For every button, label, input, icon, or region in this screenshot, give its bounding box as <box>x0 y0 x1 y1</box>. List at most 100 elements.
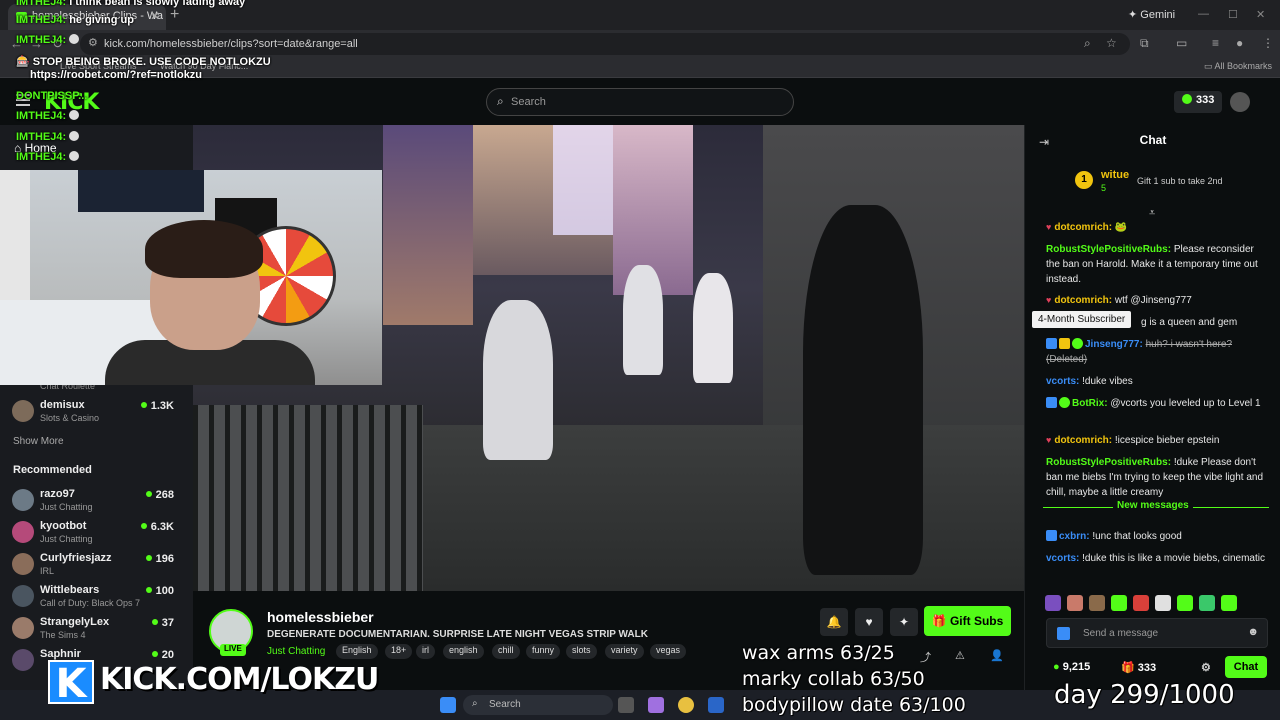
chat-username[interactable]: dotcomrich: <box>1054 222 1112 233</box>
chat-username[interactable]: BotRix: <box>1072 398 1108 409</box>
gift-subs-button[interactable]: 🎁 Gift Subs <box>924 606 1011 636</box>
stream-tag[interactable]: chill <box>492 644 520 659</box>
tab-search-icon[interactable]: ≡ <box>1212 36 1219 50</box>
heart-badge-icon: ♥ <box>1046 222 1052 232</box>
zoom-icon[interactable]: ⌕ <box>1084 36 1091 51</box>
copilot-icon[interactable] <box>648 697 664 713</box>
chat-username[interactable]: dotcomrich: <box>1054 435 1112 446</box>
report-icon[interactable]: ⚠ <box>955 649 965 662</box>
chrome-icon[interactable] <box>678 697 694 713</box>
all-bookmarks[interactable]: ▭ All Bookmarks <box>1204 61 1272 72</box>
webcam-overlay <box>0 170 382 385</box>
stream-category[interactable]: Just Chatting <box>267 646 325 657</box>
sidebar-item-demisux[interactable]: demisux Slots & Casino 1.3K <box>12 397 190 427</box>
emote-icon[interactable] <box>1221 595 1237 611</box>
chat-username[interactable]: cxbrn: <box>1059 531 1090 542</box>
url-text[interactable]: kick.com/homelessbieber/clips?sort=date&… <box>104 38 358 50</box>
heart-badge-icon: ♥ <box>1046 435 1052 445</box>
gift-count[interactable]: 🎁 333 <box>1121 661 1156 674</box>
emote-icon[interactable] <box>1067 595 1083 611</box>
stream-tag[interactable]: english <box>443 644 484 659</box>
channel-name[interactable]: homelessbieber <box>267 609 374 625</box>
chat-username[interactable]: Jinseng777: <box>1085 339 1143 350</box>
chat-text: wtf @Jinseng777 <box>1114 295 1192 306</box>
taskbar-search[interactable]: ⌕ Search <box>463 695 613 715</box>
close-window-icon[interactable]: ✕ <box>1256 8 1265 21</box>
promo-icon: 🎰 <box>16 56 33 68</box>
app-icon[interactable] <box>708 697 724 713</box>
chat-message: ♥ dotcomrich: 🐸 <box>1046 220 1268 235</box>
bookmark-star-icon[interactable]: ☆ <box>1106 36 1117 50</box>
emote-icon <box>69 34 80 44</box>
sidebar-item-kyootbot[interactable]: kyootbot Just Chatting 6.3K <box>12 518 190 548</box>
new-tab-button[interactable]: + <box>170 6 179 24</box>
gemini-button[interactable]: ✦ Gemini <box>1120 6 1183 24</box>
maximize-icon[interactable]: ☐ <box>1228 8 1238 21</box>
close-tab-icon[interactable]: ✕ <box>150 9 160 23</box>
sidebar-item-razo97[interactable]: razo97 Just Chatting 268 <box>12 486 190 516</box>
user-icon[interactable]: 👤 <box>990 649 1004 662</box>
extensions-icon[interactable]: ⧉ <box>1140 36 1149 51</box>
emote-icon[interactable] <box>1045 595 1061 611</box>
sidebar-item-strangelylex[interactable]: StrangelyLex The Sims 4 37 <box>12 614 190 644</box>
stream-tag[interactable]: slots <box>566 644 597 659</box>
emoji-picker-icon[interactable]: ☻ <box>1247 626 1259 638</box>
sidepanel-icon[interactable]: ▭ <box>1176 36 1187 50</box>
emote-icon <box>69 131 80 141</box>
stream-tag[interactable]: vegas <box>650 644 687 659</box>
chat-send-button[interactable]: Chat <box>1225 656 1267 678</box>
kick-header: KICK ⌕ Search 333 <box>0 78 1280 125</box>
sidebar-item-curlyfriesjazz[interactable]: Curlyfriesjazz IRL 196 <box>12 550 190 580</box>
site-info-icon[interactable]: ⚙ <box>88 36 98 49</box>
gift-box-icon: 🎁 <box>1121 662 1138 674</box>
minimize-icon[interactable]: — <box>1198 8 1209 20</box>
chat-message-input[interactable]: Send a message ☻ <box>1046 618 1268 648</box>
sparkle-icon[interactable]: ✦ <box>890 608 918 636</box>
menu-dots-icon[interactable]: ⋮ <box>1262 36 1274 50</box>
overlay-chat-user: IMTHEJ4: <box>16 14 67 26</box>
chat-username[interactable]: vcorts: <box>1046 553 1079 564</box>
emote-icon[interactable] <box>1177 595 1193 611</box>
show-more-link[interactable]: Show More <box>13 436 64 447</box>
stream-tag[interactable]: irl <box>416 644 435 659</box>
channel-category: Just Chatting <box>40 534 93 544</box>
chat-username[interactable]: vcorts: <box>1046 376 1079 387</box>
task-view-icon[interactable] <box>618 697 634 713</box>
expand-icon[interactable]: ⩡ <box>1149 207 1155 220</box>
search-placeholder: Search <box>511 96 546 108</box>
kick-lokzu-overlay: K KICK.COM/LOKZU <box>44 660 379 706</box>
windows-start-icon[interactable] <box>440 697 456 713</box>
new-messages-divider[interactable]: New messages <box>1043 500 1269 521</box>
profile-icon[interactable]: ● <box>1236 36 1243 50</box>
sub-badge-icon <box>1046 530 1057 541</box>
stream-tag[interactable]: funny <box>526 644 561 659</box>
stream-tag[interactable]: English <box>336 644 378 659</box>
emote-icon[interactable] <box>1089 595 1105 611</box>
overlay-chat-user: IMTHEJ4: <box>16 110 67 122</box>
video-sign <box>553 125 613 235</box>
chat-username[interactable]: dotcomrich: <box>1054 295 1112 306</box>
channel-points[interactable]: ● 9,215 <box>1053 661 1090 673</box>
kick-points-badge[interactable]: 333 <box>1174 91 1223 113</box>
follow-heart-icon[interactable]: ♥ <box>855 608 883 636</box>
sidebar-item-wittlebears[interactable]: Wittlebears Call of Duty: Black Ops 7 10… <box>12 582 190 612</box>
stream-tag[interactable]: variety <box>605 644 644 659</box>
chat-username[interactable]: RobustStylePositiveRubs: <box>1046 244 1171 255</box>
chat-username[interactable]: RobustStylePositiveRubs: <box>1046 457 1171 468</box>
stream-tag[interactable]: 18+ <box>385 644 413 659</box>
share-icon[interactable]: ⤴ <box>920 649 931 665</box>
chat-text: !duke vibes <box>1082 376 1133 387</box>
rank-badge: 1 <box>1075 171 1093 189</box>
crown-badge-icon <box>1059 338 1070 349</box>
search-input[interactable]: ⌕ Search <box>486 88 794 116</box>
omnibox[interactable]: ⚙ kick.com/homelessbieber/clips?sort=dat… <box>80 33 1130 55</box>
emote-icon[interactable] <box>1111 595 1127 611</box>
emote-icon[interactable] <box>1133 595 1149 611</box>
chat-settings-icon[interactable]: ⚙ <box>1201 661 1211 674</box>
emote-icon[interactable] <box>1155 595 1171 611</box>
gift-leaderboard[interactable]: 1 witue 5 Gift 1 sub to take 2nd <box>1075 167 1265 197</box>
emote-icon[interactable] <box>1199 595 1215 611</box>
user-avatar[interactable] <box>1230 92 1250 112</box>
overlay-chat-user: IMTHEJ4: <box>16 34 67 46</box>
notification-bell-icon[interactable]: 🔔 <box>820 608 848 636</box>
